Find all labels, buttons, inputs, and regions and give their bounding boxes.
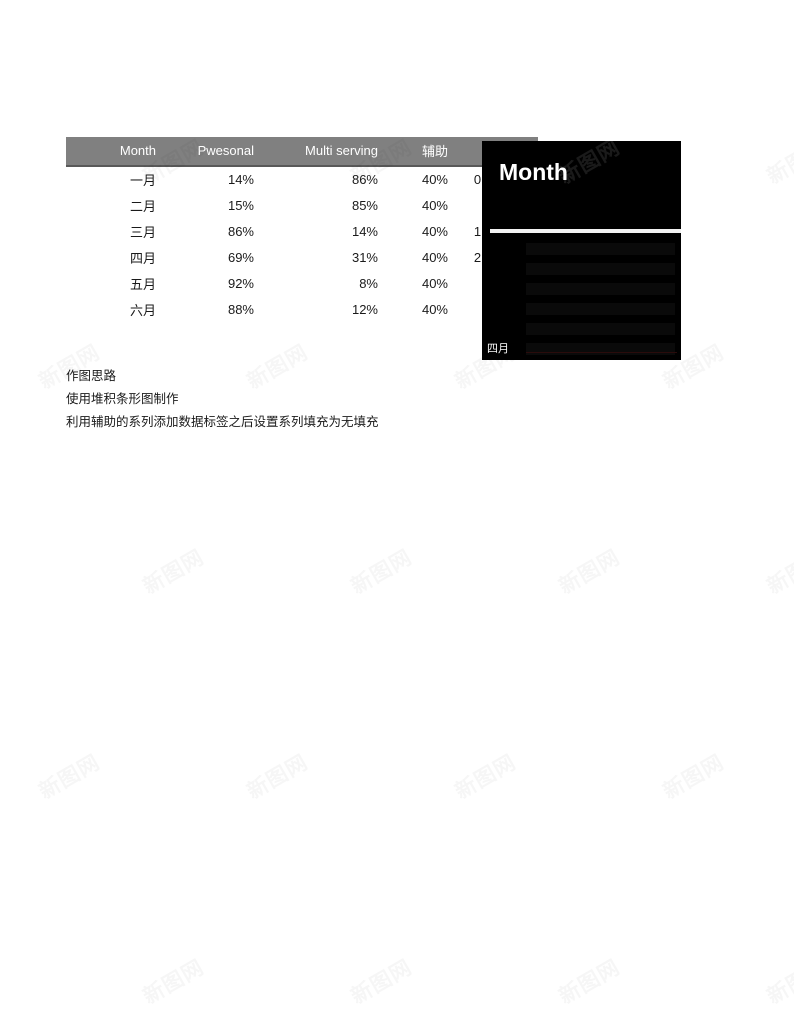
data-table: Month Pwesonal Multi serving 辅助 X Y 一月 1… <box>66 137 538 323</box>
watermark: 新图网 <box>241 747 313 806</box>
bar-row <box>482 241 681 257</box>
cell-aux: 40% <box>421 172 448 187</box>
chart-plot-area: 四月 <box>482 237 681 360</box>
bar-segment-personal <box>526 303 629 315</box>
cell-personal: 92% <box>227 276 254 291</box>
cell-multi: 8% <box>359 276 378 291</box>
cell-aux: 40% <box>421 276 448 291</box>
bar-row <box>482 261 681 277</box>
note-line-title: 作图思路 <box>66 368 117 383</box>
bar-segment-personal <box>526 243 547 255</box>
cell-month: 一月 <box>129 173 156 188</box>
watermark: 新图网 <box>761 542 794 601</box>
cell-personal: 69% <box>227 250 254 265</box>
table-row: 二月 15% 85% 40% 1 1 <box>66 193 538 219</box>
bar-segment-personal <box>526 263 549 275</box>
watermark: 新图网 <box>449 747 521 806</box>
watermark: 新图网 <box>345 952 417 1011</box>
table-header: Month Pwesonal Multi serving 辅助 X Y <box>66 137 538 166</box>
data-table-container: Month Pwesonal Multi serving 辅助 X Y 一月 1… <box>66 137 538 323</box>
bar-row <box>482 281 681 297</box>
bar-segment-multi <box>654 283 675 295</box>
bar-segment-multi <box>548 263 675 275</box>
watermark: 新图网 <box>553 542 625 601</box>
cell-aux: 40% <box>421 198 448 213</box>
note-line-detail: 利用辅助的系列添加数据标签之后设置系列填充为无填充 <box>66 414 379 429</box>
watermark: 新图网 <box>553 952 625 1011</box>
table-row: 四月 69% 31% 40% 2.2 1 <box>66 245 538 271</box>
bar-track <box>526 343 675 355</box>
notes-block: 作图思路 使用堆积条形图制作 利用辅助的系列添加数据标签之后设置系列填充为无填充 <box>66 364 379 433</box>
bar-row <box>482 321 681 337</box>
table-row: 三月 86% 14% 40% 1.6 1 <box>66 219 538 245</box>
cell-personal: 88% <box>227 302 254 317</box>
table-row: 六月 88% 12% 40% <box>66 297 538 323</box>
watermark: 新图网 <box>33 747 105 806</box>
chart-axis-line <box>526 352 677 353</box>
note-line-method: 使用堆积条形图制作 <box>66 391 179 406</box>
bar-segment-multi <box>628 303 675 315</box>
cell-multi: 86% <box>351 172 378 187</box>
bar-row <box>482 301 681 317</box>
column-header-multi-serving[interactable]: Multi serving <box>260 137 384 166</box>
cell-month: 三月 <box>129 225 156 240</box>
cell-month: 五月 <box>129 277 156 292</box>
chart-title: Month <box>499 159 568 185</box>
cell-multi: 12% <box>351 302 378 317</box>
column-header-month[interactable]: Month <box>66 137 162 166</box>
watermark: 新图网 <box>345 542 417 601</box>
cell-month: 二月 <box>129 199 156 214</box>
cell-personal: 86% <box>227 224 254 239</box>
chart-panel[interactable]: Month 四月 <box>482 141 681 360</box>
table-header-row: Month Pwesonal Multi serving 辅助 X Y <box>66 137 538 166</box>
cell-multi: 14% <box>351 224 378 239</box>
cell-month: 六月 <box>129 303 156 318</box>
bar-track <box>526 263 675 275</box>
column-header-personal[interactable]: Pwesonal <box>162 137 260 166</box>
bar-row: 四月 <box>482 341 681 357</box>
cell-aux: 40% <box>421 224 448 239</box>
watermark: 新图网 <box>761 952 794 1011</box>
table-row: 五月 92% 8% 40% <box>66 271 538 297</box>
cell-multi: 31% <box>351 250 378 265</box>
bar-track <box>526 303 675 315</box>
watermark: 新图网 <box>137 542 209 601</box>
cell-multi: 85% <box>351 198 378 213</box>
watermark: 新图网 <box>761 132 794 191</box>
bar-track <box>526 243 675 255</box>
cell-aux: 40% <box>421 302 448 317</box>
bar-segment-personal <box>526 343 658 355</box>
table-body: 一月 14% 86% 40% 0.4 1 二月 15% 85% 40% 1 1 … <box>66 166 538 323</box>
bar-segment-personal <box>526 283 655 295</box>
bar-segment-personal <box>526 323 664 335</box>
bar-track <box>526 283 675 295</box>
bar-segment-multi <box>657 343 675 355</box>
column-header-auxiliary[interactable]: 辅助 <box>384 137 454 166</box>
bar-segment-multi <box>546 243 675 255</box>
category-label: 四月 <box>487 342 509 355</box>
watermark: 新图网 <box>657 747 729 806</box>
cell-month: 四月 <box>129 251 156 266</box>
table-row: 一月 14% 86% 40% 0.4 1 <box>66 166 538 193</box>
bar-segment-multi <box>663 323 675 335</box>
bar-track <box>526 323 675 335</box>
cell-aux: 40% <box>421 250 448 265</box>
cell-personal: 14% <box>227 172 254 187</box>
chart-title-divider <box>490 229 681 233</box>
cell-personal: 15% <box>227 198 254 213</box>
watermark: 新图网 <box>137 952 209 1011</box>
